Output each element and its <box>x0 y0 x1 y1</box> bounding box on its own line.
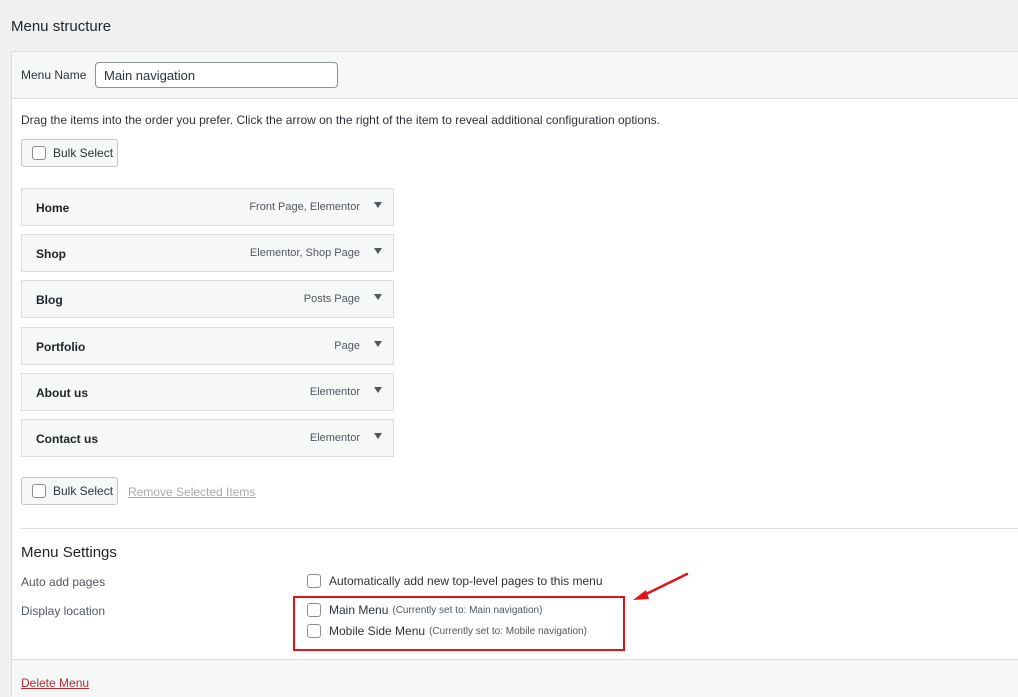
menu-item-type: Elementor <box>309 432 360 444</box>
bulk-select-checkbox[interactable] <box>32 484 46 498</box>
menu-item-title: Portfolio <box>36 340 86 354</box>
menu-item-type: Posts Page <box>303 293 360 305</box>
auto-add-pages-text: Automatically add new top-level pages to… <box>329 574 603 588</box>
menu-name-label: Menu Name <box>21 68 87 82</box>
bulk-select-button-bottom[interactable]: Bulk Select <box>21 477 118 505</box>
auto-add-pages-option[interactable]: Automatically add new top-level pages to… <box>307 574 603 588</box>
menu-item-title: Shop <box>36 247 66 261</box>
footer-bar: Delete Menu <box>12 659 1018 697</box>
menu-item-type: Front Page, Elementor <box>249 201 360 213</box>
menu-item-blog[interactable]: Blog Posts Page <box>21 280 394 318</box>
menu-item-shop[interactable]: Shop Elementor, Shop Page <box>21 234 394 272</box>
menu-settings-heading: Menu Settings <box>21 544 117 561</box>
annotation-arrow-icon <box>633 572 689 600</box>
auto-add-pages-checkbox[interactable] <box>307 574 321 588</box>
menu-item-title: Contact us <box>36 432 99 446</box>
menu-item-type: Elementor, Shop Page <box>249 247 360 259</box>
display-location-label: Display location <box>21 604 106 618</box>
section-divider <box>21 528 1018 529</box>
drag-instructions: Drag the items into the order you prefer… <box>21 113 661 127</box>
menu-item-type: Elementor <box>309 386 360 398</box>
bulk-select-checkbox[interactable] <box>32 146 46 160</box>
menu-item-type: Page <box>334 340 360 352</box>
expand-arrow-icon[interactable] <box>374 294 382 300</box>
expand-arrow-icon[interactable] <box>374 341 382 347</box>
expand-arrow-icon[interactable] <box>374 387 382 393</box>
expand-arrow-icon[interactable] <box>374 248 382 254</box>
remove-selected-items-link[interactable]: Remove Selected Items <box>128 485 255 499</box>
bulk-select-button-top[interactable]: Bulk Select <box>21 139 118 167</box>
menu-item-title: About us <box>36 386 88 400</box>
menu-item-about-us[interactable]: About us Elementor <box>21 373 394 411</box>
bulk-select-label: Bulk Select <box>53 146 114 160</box>
auto-add-pages-label: Auto add pages <box>21 575 106 589</box>
annotation-highlight-box <box>293 596 625 651</box>
menu-name-bar: Menu Name <box>12 52 1018 99</box>
menu-item-title: Home <box>36 201 70 215</box>
expand-arrow-icon[interactable] <box>374 433 382 439</box>
bulk-select-label: Bulk Select <box>53 484 114 498</box>
menu-name-input[interactable] <box>95 62 338 88</box>
menu-item-title: Blog <box>36 293 63 307</box>
menu-structure-panel: Menu Name Drag the items into the order … <box>11 51 1018 697</box>
menu-item-portfolio[interactable]: Portfolio Page <box>21 327 394 365</box>
expand-arrow-icon[interactable] <box>374 202 382 208</box>
menu-item-home[interactable]: Home Front Page, Elementor <box>21 188 394 226</box>
page-title: Menu structure <box>11 18 112 35</box>
delete-menu-link[interactable]: Delete Menu <box>21 676 89 690</box>
menu-item-contact-us[interactable]: Contact us Elementor <box>21 419 394 457</box>
